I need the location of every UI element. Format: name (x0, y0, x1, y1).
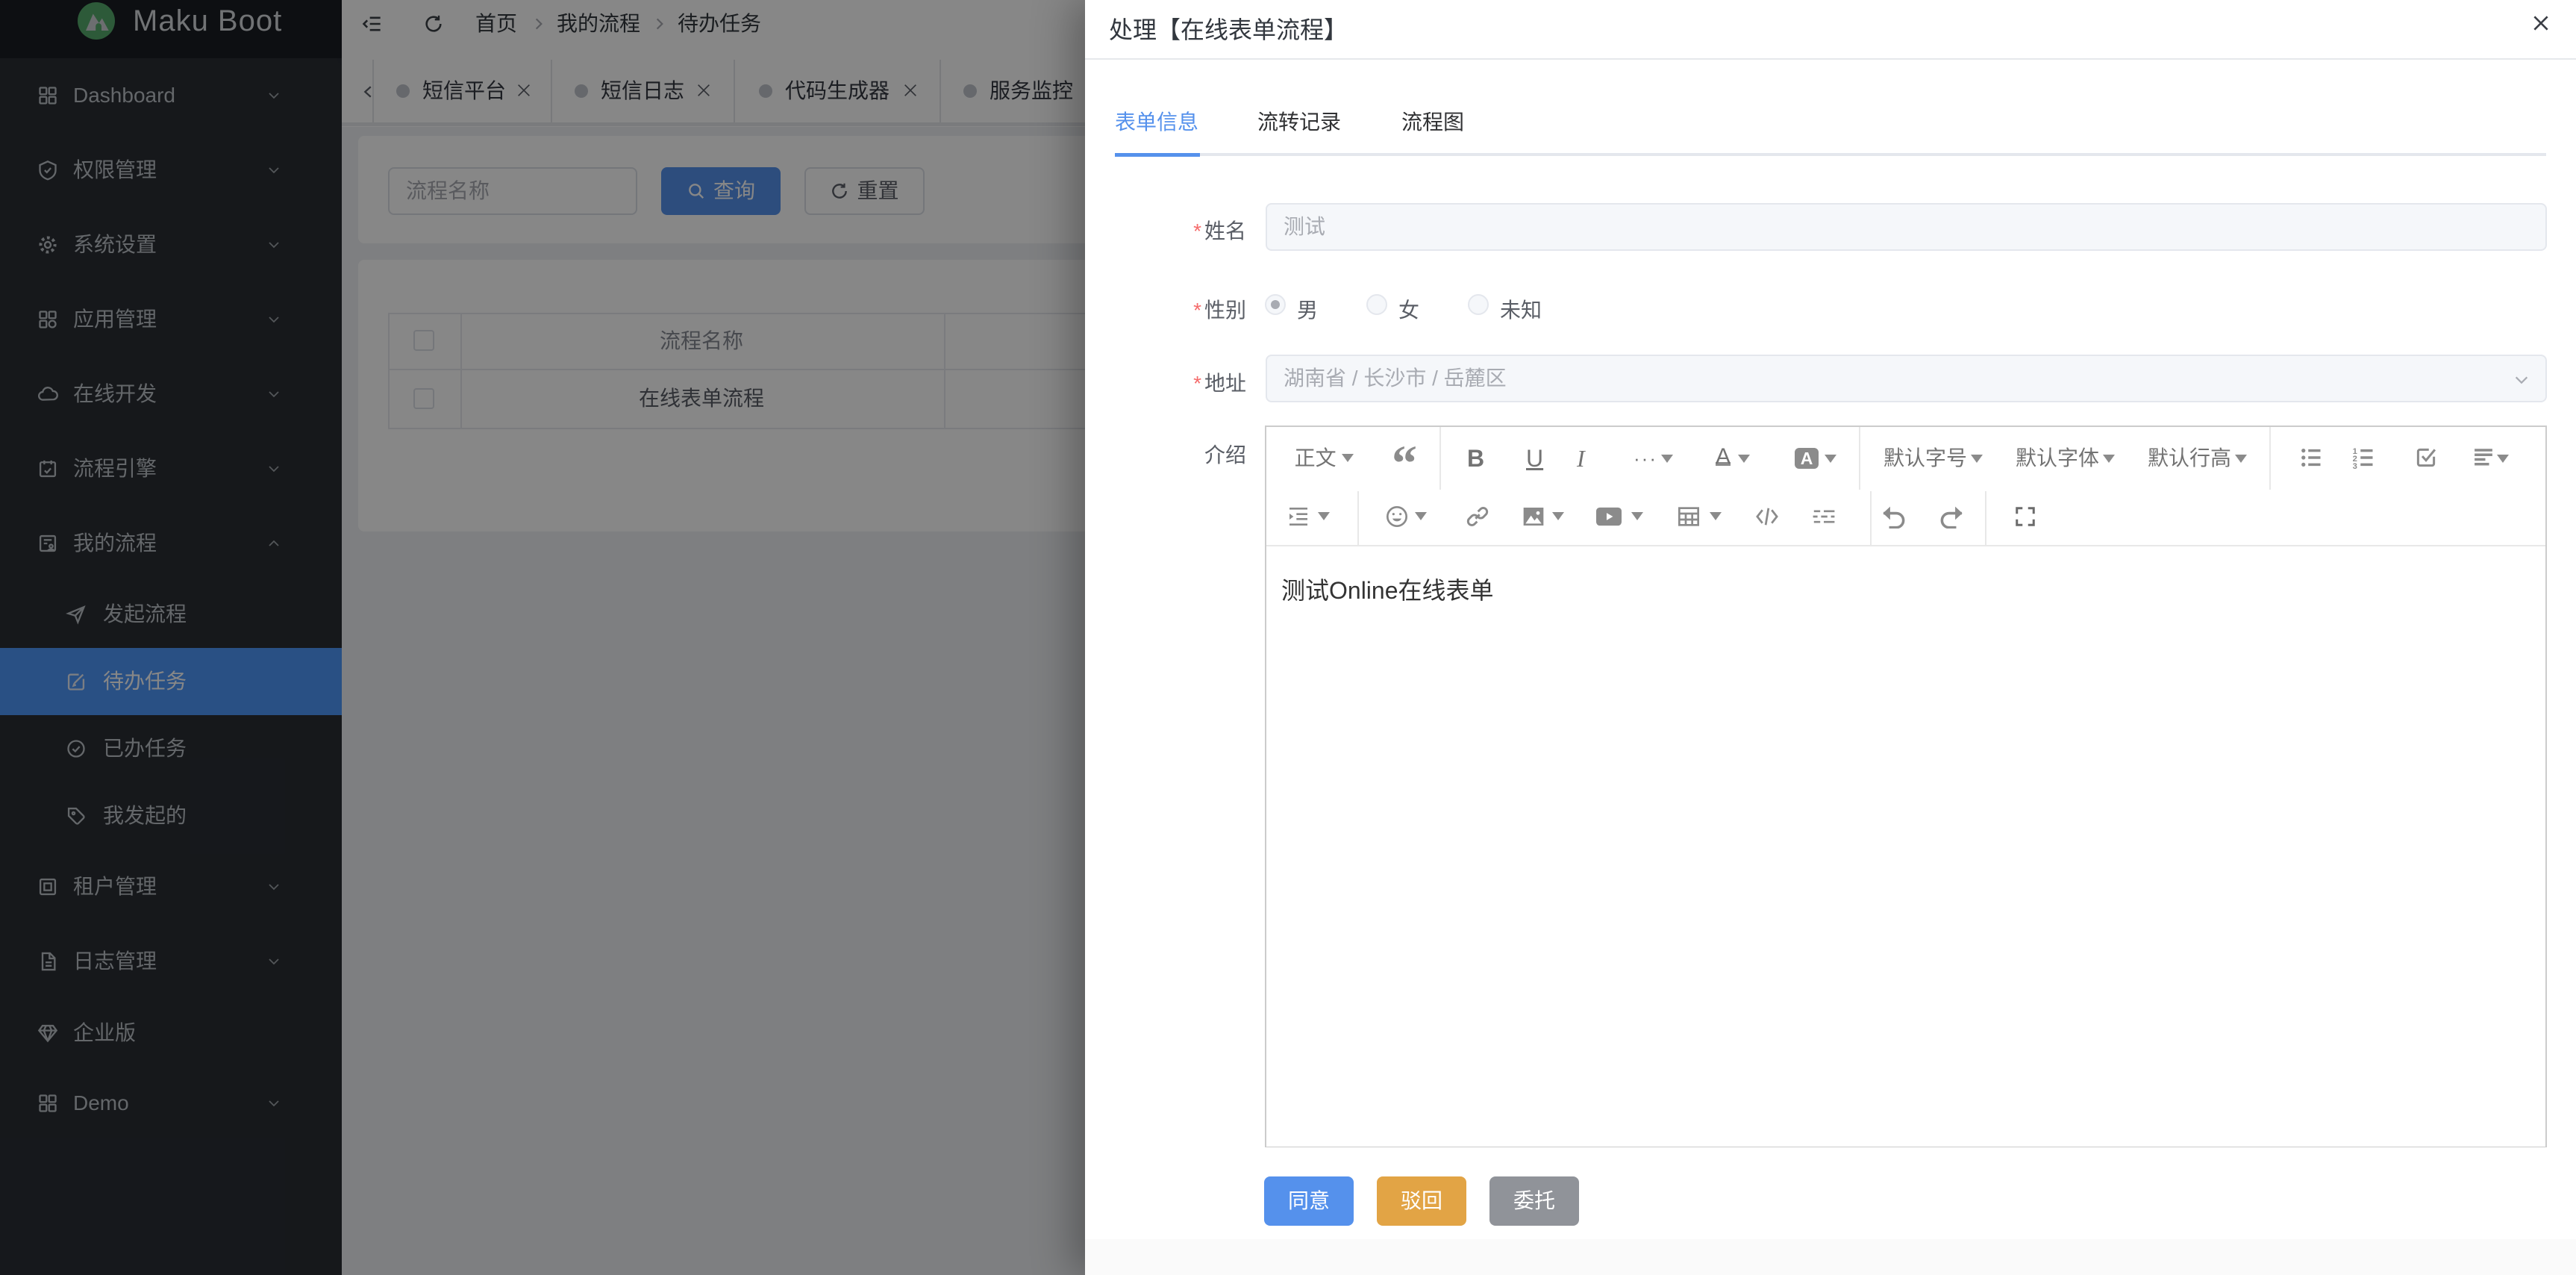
svg-text:3: 3 (2353, 462, 2357, 469)
